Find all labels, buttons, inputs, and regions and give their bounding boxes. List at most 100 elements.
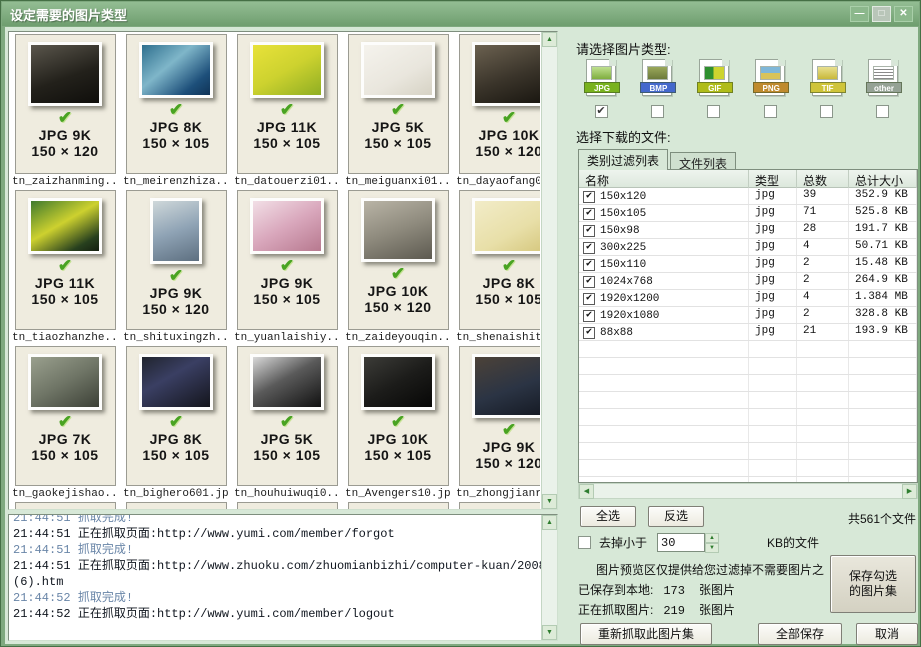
type-checkbox[interactable]: [764, 105, 777, 118]
thumbnail-item[interactable]: ✔ JPG 9K 150 × 120 tn_zhongjianre...: [456, 346, 540, 502]
table-row[interactable]: ✔1920x1080 jpg 2 328.8 KB: [579, 307, 917, 324]
row-checkbox[interactable]: ✔: [583, 276, 595, 288]
type-checkbox[interactable]: [707, 105, 720, 118]
thumbnail-card[interactable]: ✔ JPG 8K 150 × 105: [126, 34, 227, 174]
thumbnail-item[interactable]: ✔ JPG 8K 150 × 105 tn_bighero601.jpg: [123, 346, 229, 502]
type-checkbox[interactable]: ✔: [595, 105, 608, 118]
thumbnail-item[interactable]: ✔ JPG 11K 150 × 105 tn_tiaozhanzhe...: [12, 190, 118, 346]
select-all-button[interactable]: 全选: [580, 506, 636, 527]
image-type-option: GIF: [687, 59, 741, 118]
thumbnail-item[interactable]: ✔ JPG 10K 150 × 120 tn_dayaofang01...: [456, 34, 540, 190]
thumbnail-item[interactable]: ✔ JPG 5K 150 × 105 tn_houhuiwuqi0...: [234, 346, 340, 502]
header-size: 总计大小: [849, 170, 917, 189]
size-filter-input[interactable]: 30: [657, 533, 705, 552]
thumbnail-item[interactable]: ✔ JPG 10K 150 × 120 tn_zaideyouqin...: [345, 190, 451, 346]
thumbnail-card[interactable]: ✔ JPG 10K 150 × 120: [348, 190, 449, 330]
file-type-thumbnail: [647, 66, 668, 80]
save-all-button[interactable]: 全部保存: [758, 623, 842, 645]
thumbnail-dimensions: 150 × 105: [253, 447, 320, 463]
size-filter-spinner[interactable]: ▲ ▼: [705, 533, 719, 552]
thumbnail-item[interactable]: [345, 502, 451, 509]
tab-category-filter[interactable]: 类别过滤列表: [578, 149, 668, 170]
thumbnail-scrollbar[interactable]: ▲ ▼: [541, 32, 557, 509]
scroll-down-icon[interactable]: ▼: [542, 494, 557, 509]
maximize-button[interactable]: □: [872, 6, 891, 22]
thumbnail-item[interactable]: ✔ JPG 5K 150 × 105 tn_meiguanxi01...: [345, 34, 451, 190]
thumbnail-card[interactable]: ✔ JPG 10K 150 × 105: [348, 346, 449, 486]
type-checkbox[interactable]: [820, 105, 833, 118]
table-row[interactable]: ✔150x110 jpg 2 15.48 KB: [579, 256, 917, 273]
table-row[interactable]: ✔1024x768 jpg 2 264.9 KB: [579, 273, 917, 290]
thumbnail-item[interactable]: ✔ JPG 9K 150 × 105 tn_yuanlaishiy...: [234, 190, 340, 346]
refetch-button[interactable]: 重新抓取此图片集: [580, 623, 712, 645]
thumbnail-item[interactable]: ✔ JPG 8K 150 × 105 tn_shenaishita...: [456, 190, 540, 346]
thumbnail-item[interactable]: ✔ JPG 10K 150 × 105 tn_Avengers10.jpg: [345, 346, 451, 502]
scroll-right-icon[interactable]: ▶: [902, 484, 917, 499]
invert-selection-button[interactable]: 反选: [648, 506, 704, 527]
row-type: jpg: [749, 222, 797, 238]
thumbnail-item[interactable]: ✔ JPG 7K 150 × 105 tn_gaokejishao...: [12, 346, 118, 502]
row-checkbox[interactable]: ✔: [583, 225, 595, 237]
save-checked-sets-button[interactable]: 保存勾选 的图片集: [830, 555, 916, 613]
thumbnail-item[interactable]: ✔ JPG 11K 150 × 105 tn_datouerzi01...: [234, 34, 340, 190]
row-checkbox[interactable]: ✔: [583, 208, 595, 220]
scroll-up-icon[interactable]: ▲: [542, 515, 557, 530]
close-icon: ✕: [899, 8, 907, 19]
type-checkbox[interactable]: [876, 105, 889, 118]
thumbnail-image: [28, 354, 102, 410]
table-row[interactable]: ✔88x88 jpg 21 193.9 KB: [579, 324, 917, 341]
thumbnail-card[interactable]: ✔ JPG 8K 150 × 105: [459, 190, 541, 330]
thumbnail-item[interactable]: [123, 502, 229, 509]
thumbnail-card[interactable]: ✔ JPG 11K 150 × 105: [15, 190, 116, 330]
thumbnail-dimensions: 150 × 120: [31, 143, 98, 159]
row-size: 352.9 KB: [849, 188, 917, 204]
log-scrollbar[interactable]: ▲ ▼: [541, 515, 557, 640]
tab-file-list[interactable]: 文件列表: [670, 152, 736, 170]
thumbnail-image: [28, 42, 102, 106]
row-checkbox[interactable]: ✔: [583, 259, 595, 271]
thumbnail-card[interactable]: ✔ JPG 9K 150 × 120: [15, 34, 116, 174]
spinner-down-icon[interactable]: ▼: [705, 543, 719, 553]
size-filter-checkbox[interactable]: [578, 536, 591, 549]
row-name: 1024x768: [600, 276, 653, 288]
table-row[interactable]: ✔1920x1200 jpg 4 1.384 MB: [579, 290, 917, 307]
thumbnail-card[interactable]: ✔ JPG 7K 150 × 105: [15, 346, 116, 486]
thumbnail-card[interactable]: ✔ JPG 8K 150 × 105: [126, 346, 227, 486]
thumbnail-card[interactable]: ✔ JPG 5K 150 × 105: [237, 346, 338, 486]
scroll-left-icon[interactable]: ◀: [579, 484, 594, 499]
table-horizontal-scrollbar[interactable]: ◀ ▶: [578, 483, 918, 499]
cancel-button[interactable]: 取消: [856, 623, 918, 645]
thumbnail-item[interactable]: ✔ JPG 9K 150 × 120 tn_shituxingzh...: [123, 190, 229, 346]
close-button[interactable]: ✕: [894, 6, 913, 22]
row-checkbox[interactable]: ✔: [583, 191, 595, 203]
thumbnail-card[interactable]: ✔ JPG 11K 150 × 105: [237, 34, 338, 174]
table-row[interactable]: ✔150x105 jpg 71 525.8 KB: [579, 205, 917, 222]
thumbnail-item[interactable]: ✔ JPG 8K 150 × 105 tn_meirenzhiza...: [123, 34, 229, 190]
scroll-up-icon[interactable]: ▲: [542, 32, 557, 47]
scroll-down-icon[interactable]: ▼: [542, 625, 557, 640]
table-row[interactable]: ✔150x120 jpg 39 352.9 KB: [579, 188, 917, 205]
thumbnail-card[interactable]: ✔ JPG 9K 150 × 105: [237, 190, 338, 330]
row-checkbox[interactable]: ✔: [583, 242, 595, 254]
log-timestamp: 21:44:51: [13, 527, 71, 541]
thumbnail-item[interactable]: [12, 502, 118, 509]
table-row[interactable]: ✔150x98 jpg 28 191.7 KB: [579, 222, 917, 239]
image-type-option: TIF: [800, 59, 854, 118]
thumbnail-card[interactable]: ✔ JPG 10K 150 × 120: [459, 34, 541, 174]
row-checkbox[interactable]: ✔: [583, 310, 595, 322]
thumbnail-item[interactable]: [456, 502, 540, 509]
row-checkbox[interactable]: ✔: [583, 293, 595, 305]
file-type-thumbnail: [760, 66, 781, 80]
table-row[interactable]: ✔300x225 jpg 4 50.71 KB: [579, 239, 917, 256]
thumbnail-card[interactable]: ✔ JPG 5K 150 × 105: [348, 34, 449, 174]
thumbnail-item[interactable]: ✔ JPG 9K 150 × 120 tn_zaizhanming...: [12, 34, 118, 190]
thumbnail-preview-panel: ✔ JPG 9K 150 × 120 tn_zaizhanming... ✔ J…: [8, 31, 558, 510]
thumbnail-card[interactable]: ✔ JPG 9K 150 × 120: [459, 346, 541, 486]
type-checkbox[interactable]: [651, 105, 664, 118]
minimize-button[interactable]: —: [850, 6, 869, 22]
spinner-up-icon[interactable]: ▲: [705, 533, 719, 543]
file-type-icon: TIF: [812, 59, 842, 96]
thumbnail-card[interactable]: ✔ JPG 9K 150 × 120: [126, 190, 227, 330]
row-checkbox[interactable]: ✔: [583, 327, 595, 339]
thumbnail-item[interactable]: [234, 502, 340, 509]
